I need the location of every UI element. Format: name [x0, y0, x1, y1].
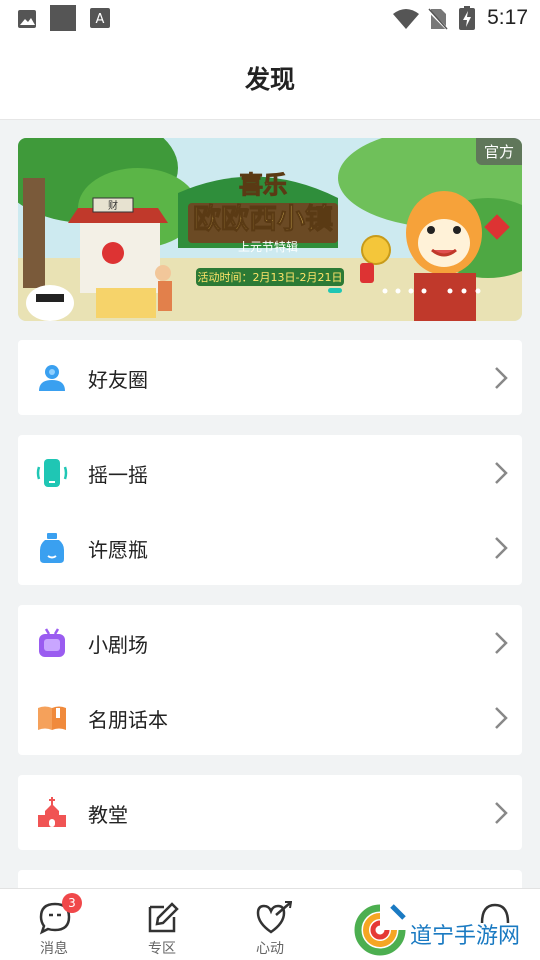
- menu-item-label: 小剧场: [88, 633, 148, 657]
- menu-item-wish-bottle[interactable]: 许愿瓶: [18, 510, 522, 585]
- banner-illustration: 财 喜乐 欧欧西小镇 上元节特辑 活动时间：2月13日-2月21日: [18, 138, 522, 321]
- banner-title-line1: 喜乐: [239, 171, 287, 199]
- menu-card-entertainment: 小剧场 名朋话本: [18, 605, 522, 755]
- menu-item-friends-circle[interactable]: 好友圈: [18, 340, 522, 415]
- unread-badge: 3: [62, 893, 82, 913]
- font-icon: A: [90, 8, 110, 28]
- banner-date: 活动时间：2月13日-2月21日: [198, 271, 343, 284]
- watermark: 道宁手游网: [352, 900, 540, 960]
- battery-charging-icon: [459, 6, 475, 30]
- menu-item-label: 摇一摇: [88, 463, 148, 487]
- tab-zone[interactable]: 专区: [112, 889, 212, 960]
- watermark-logo: [354, 904, 406, 956]
- tab-label: 心动: [256, 941, 284, 957]
- event-banner[interactable]: 财 喜乐 欧欧西小镇 上元节特辑 活动时间：2月13日-2月21日 官方: [18, 138, 522, 321]
- clock: 5:17: [487, 6, 528, 29]
- menu-item-theater[interactable]: 小剧场: [18, 605, 522, 680]
- wifi-icon: [393, 9, 419, 29]
- tab-label: 消息: [40, 941, 68, 957]
- menu-item-label: 好友圈: [88, 368, 148, 392]
- menu-item-church[interactable]: 教堂: [18, 775, 522, 850]
- tab-messages[interactable]: 3 消息: [4, 889, 104, 960]
- no-sim-icon: [428, 8, 448, 30]
- chevron-right-icon: [495, 367, 508, 389]
- edit-icon: [148, 902, 179, 933]
- theater-icon: [39, 628, 65, 657]
- chevron-right-icon: [495, 802, 508, 824]
- menu-card-friends: 好友圈: [18, 340, 522, 415]
- watermark-text: 道宁手游网: [410, 924, 521, 949]
- menu-item-label: 教堂: [88, 803, 128, 827]
- menu-card-social: 摇一摇 许愿瓶: [18, 435, 522, 585]
- wish-bottle-icon: [40, 533, 64, 563]
- banner-sign: 财: [108, 199, 118, 212]
- tab-heartbeat[interactable]: 心动: [220, 889, 320, 960]
- square-icon: [50, 5, 76, 31]
- menu-item-label: 许愿瓶: [88, 538, 148, 562]
- friends-icon: [39, 365, 65, 391]
- tab-label: 专区: [148, 941, 176, 957]
- menu-item-storybook[interactable]: 名朋话本: [18, 680, 522, 755]
- banner-subtitle: 上元节特辑: [238, 239, 298, 254]
- header: 发现: [0, 38, 540, 120]
- storybook-icon: [38, 706, 66, 730]
- banner-title-line2: 欧欧西小镇: [193, 202, 333, 235]
- shake-icon: [36, 459, 68, 487]
- gallery-icon: [18, 10, 36, 28]
- page-title: 发现: [244, 65, 295, 94]
- menu-card-church: 教堂: [18, 775, 522, 850]
- chevron-right-icon: [495, 632, 508, 654]
- official-badge: 官方: [475, 138, 522, 165]
- menu-item-shake[interactable]: 摇一摇: [18, 435, 522, 510]
- chevron-right-icon: [495, 707, 508, 729]
- menu-item-label: 名朋话本: [88, 708, 168, 732]
- chevron-right-icon: [495, 462, 508, 484]
- heart-arrow-icon: [256, 901, 292, 934]
- status-bar: A 5:17: [0, 0, 540, 38]
- svg-text:A: A: [96, 12, 105, 27]
- chevron-right-icon: [495, 537, 508, 559]
- church-icon: [38, 797, 66, 827]
